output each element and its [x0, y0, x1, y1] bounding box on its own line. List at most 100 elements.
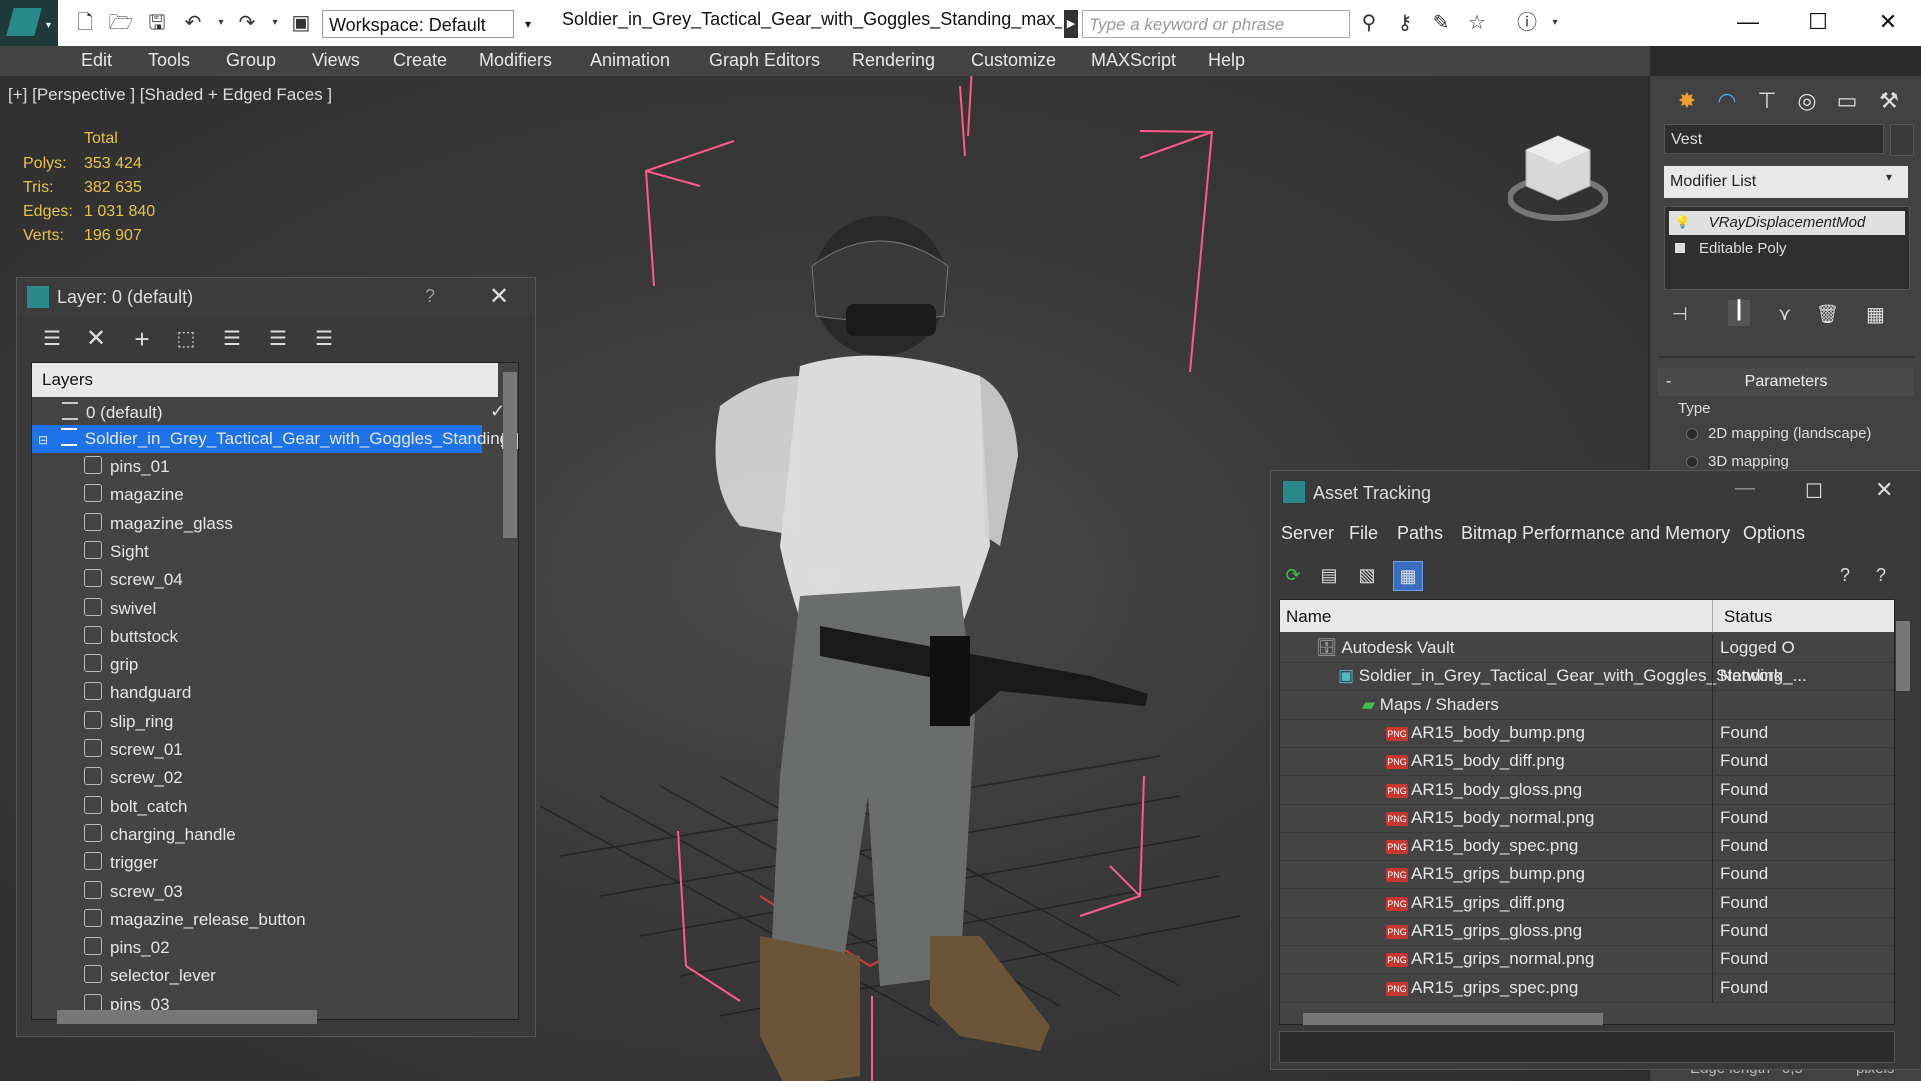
hide-freeze-layer-icon[interactable]: ☰: [311, 326, 337, 352]
undo-dropdown-icon[interactable]: ▾: [208, 10, 234, 36]
modify-tab-icon[interactable]: ◠: [1710, 84, 1744, 118]
menu-modifiers[interactable]: Modifiers: [479, 50, 552, 71]
parameters-rollout[interactable]: - Parameters: [1658, 368, 1914, 396]
favorites-star-icon[interactable]: ☆: [1464, 10, 1490, 36]
menu-group[interactable]: Group: [226, 50, 276, 71]
viewport-label[interactable]: [+] [Perspective ] [Shaded + Edged Faces…: [8, 85, 332, 105]
menu-views[interactable]: Views: [312, 50, 360, 71]
workspace-dropdown-icon[interactable]: ▾: [518, 10, 538, 38]
layer-object-row[interactable]: screw_01: [32, 736, 502, 764]
thumbnail-view-icon[interactable]: ▧: [1353, 561, 1381, 589]
asset-minimize-button[interactable]: —: [1735, 477, 1755, 500]
layer-object-row[interactable]: Sight: [32, 538, 502, 566]
maximize-button[interactable]: ☐: [1796, 6, 1840, 38]
layer-object-row[interactable]: trigger: [32, 849, 502, 877]
modifier-list-chevron-icon[interactable]: ▾: [1886, 170, 1892, 184]
layer-object-row[interactable]: charging_handle: [32, 821, 502, 849]
table-view-icon[interactable]: ▦: [1393, 561, 1423, 591]
column-divider[interactable]: [1712, 600, 1713, 632]
workspace-select[interactable]: Workspace: Default: [322, 10, 514, 38]
list-view-icon[interactable]: ▤: [1315, 561, 1343, 589]
key-icon[interactable]: ⚷: [1392, 10, 1418, 36]
menu-rendering[interactable]: Rendering: [852, 50, 935, 71]
help-icon[interactable]: ⓘ: [1514, 10, 1540, 36]
asset-row[interactable]: PNG AR15_grips_gloss.png Found: [1280, 917, 1894, 946]
menu-create[interactable]: Create: [393, 50, 447, 71]
asset-row[interactable]: PNG AR15_grips_normal.png Found: [1280, 945, 1894, 975]
asset-menu-file[interactable]: File: [1349, 523, 1378, 544]
modifier-stack[interactable]: VRayDisplacementMod 💡 Editable Poly: [1664, 206, 1910, 290]
redo-icon[interactable]: ↷: [234, 10, 260, 36]
search-expand-icon[interactable]: ▶: [1064, 10, 1078, 38]
modifier-list-dropdown[interactable]: Modifier List: [1664, 166, 1908, 198]
asset-row[interactable]: 🗄 Autodesk Vault Logged O: [1280, 634, 1894, 663]
object-name-field[interactable]: Vest: [1664, 124, 1884, 154]
asset-table[interactable]: Name Status 🗄 Autodesk Vault Logged O ▣ So…: [1279, 599, 1895, 1025]
menu-customize[interactable]: Customize: [971, 50, 1056, 71]
layer-object-row[interactable]: slip_ring: [32, 708, 502, 736]
asset-row[interactable]: PNG AR15_body_diff.png Found: [1280, 747, 1894, 777]
binoculars-icon[interactable]: ⚲: [1356, 10, 1382, 36]
layer-object-row[interactable]: handguard: [32, 679, 502, 707]
menu-maxscript[interactable]: MAXScript: [1091, 50, 1176, 71]
menu-tools[interactable]: Tools: [148, 50, 190, 71]
layer-object-row[interactable]: screw_04: [32, 566, 502, 594]
radio-2d-mapping[interactable]: [1686, 428, 1698, 440]
utilities-tab-icon[interactable]: ⚒: [1872, 84, 1906, 118]
asset-row[interactable]: PNG AR15_body_normal.png Found: [1280, 803, 1894, 833]
layer-object-row[interactable]: magazine_glass: [32, 510, 502, 538]
layer-object-row[interactable]: screw_03: [32, 878, 502, 906]
viewcube[interactable]: [1507, 128, 1609, 224]
open-file-icon[interactable]: 🗁: [108, 10, 134, 36]
asset-help-icon[interactable]: ?: [1831, 561, 1859, 589]
asset-row[interactable]: PNG AR15_body_gloss.png Found: [1280, 775, 1894, 805]
app-menu-dropdown-icon[interactable]: ▾: [46, 20, 51, 31]
layer-row-soldier[interactable]: ⊟ Soldier_in_Grey_Tactical_Gear_with_Gog…: [32, 425, 509, 453]
save-icon[interactable]: 🖫: [144, 10, 170, 36]
asset-row[interactable]: ▰ Maps / Shaders: [1280, 690, 1894, 720]
asset-row[interactable]: PNG AR15_grips_bump.png Found: [1280, 860, 1894, 890]
show-end-result-icon[interactable]: ┃: [1728, 300, 1750, 326]
modifier-editable-poly[interactable]: Editable Poly: [1669, 237, 1905, 261]
remove-modifier-icon[interactable]: 🗑: [1816, 304, 1839, 325]
asset-whats-this-icon[interactable]: ?: [1867, 561, 1895, 589]
rollout-collapse-icon[interactable]: -: [1666, 368, 1671, 396]
radio-3d-mapping[interactable]: [1686, 456, 1698, 468]
asset-menu-options[interactable]: Options: [1743, 523, 1805, 544]
select-objects-icon[interactable]: ⬚: [173, 326, 199, 352]
asset-row[interactable]: PNG AR15_body_bump.png Found: [1280, 718, 1894, 748]
layer-object-row[interactable]: grip: [32, 651, 502, 679]
asset-vertical-scrollbar[interactable]: [1896, 621, 1910, 691]
expand-icon[interactable]: [1675, 243, 1685, 253]
menu-graph-editors[interactable]: Graph Editors: [709, 50, 820, 71]
modifier-vraydisplacement[interactable]: VRayDisplacementMod: [1669, 211, 1905, 235]
layer-object-row[interactable]: swivel: [32, 595, 502, 623]
menu-animation[interactable]: Animation: [590, 50, 670, 71]
make-unique-icon[interactable]: ⋎: [1778, 304, 1791, 325]
minimize-button[interactable]: —: [1726, 6, 1770, 38]
bulb-icon[interactable]: 💡: [1675, 215, 1690, 229]
asset-menu-paths[interactable]: Paths: [1397, 523, 1443, 544]
menu-help[interactable]: Help: [1208, 50, 1245, 71]
layer-close-icon[interactable]: ✕: [489, 282, 509, 311]
refresh-icon[interactable]: ⟳: [1279, 561, 1307, 589]
layer-horizontal-scrollbar[interactable]: [57, 1010, 317, 1024]
display-tab-icon[interactable]: ▭: [1830, 84, 1864, 118]
delete-layer-icon[interactable]: ✕: [83, 326, 109, 352]
asset-maximize-button[interactable]: ☐: [1805, 479, 1823, 504]
layer-dialog-titlebar[interactable]: Layer: 0 (default) ? ✕: [17, 278, 535, 316]
asset-titlebar[interactable]: Asset Tracking — ☐ ✕: [1271, 471, 1921, 511]
collapse-icon[interactable]: ⊟: [38, 433, 48, 447]
signin-icon[interactable]: ✎: [1428, 10, 1454, 36]
object-color-swatch[interactable]: [1890, 124, 1914, 156]
help-dropdown-icon[interactable]: ▾: [1542, 10, 1568, 36]
layer-row-default[interactable]: 0 (default): [32, 399, 502, 427]
layer-tree[interactable]: Layers 0 (default) ✓ ⊟ Soldier_in_Grey_T…: [31, 362, 519, 1020]
layer-vertical-scrollbar[interactable]: [503, 372, 517, 538]
undo-icon[interactable]: ↶: [180, 10, 206, 36]
layer-object-row[interactable]: pins_01: [32, 453, 502, 481]
add-to-layer-icon[interactable]: +: [129, 326, 155, 352]
menu-edit[interactable]: Edit: [81, 50, 112, 71]
asset-close-button[interactable]: ✕: [1875, 477, 1893, 503]
layer-help-button[interactable]: ?: [425, 286, 435, 307]
